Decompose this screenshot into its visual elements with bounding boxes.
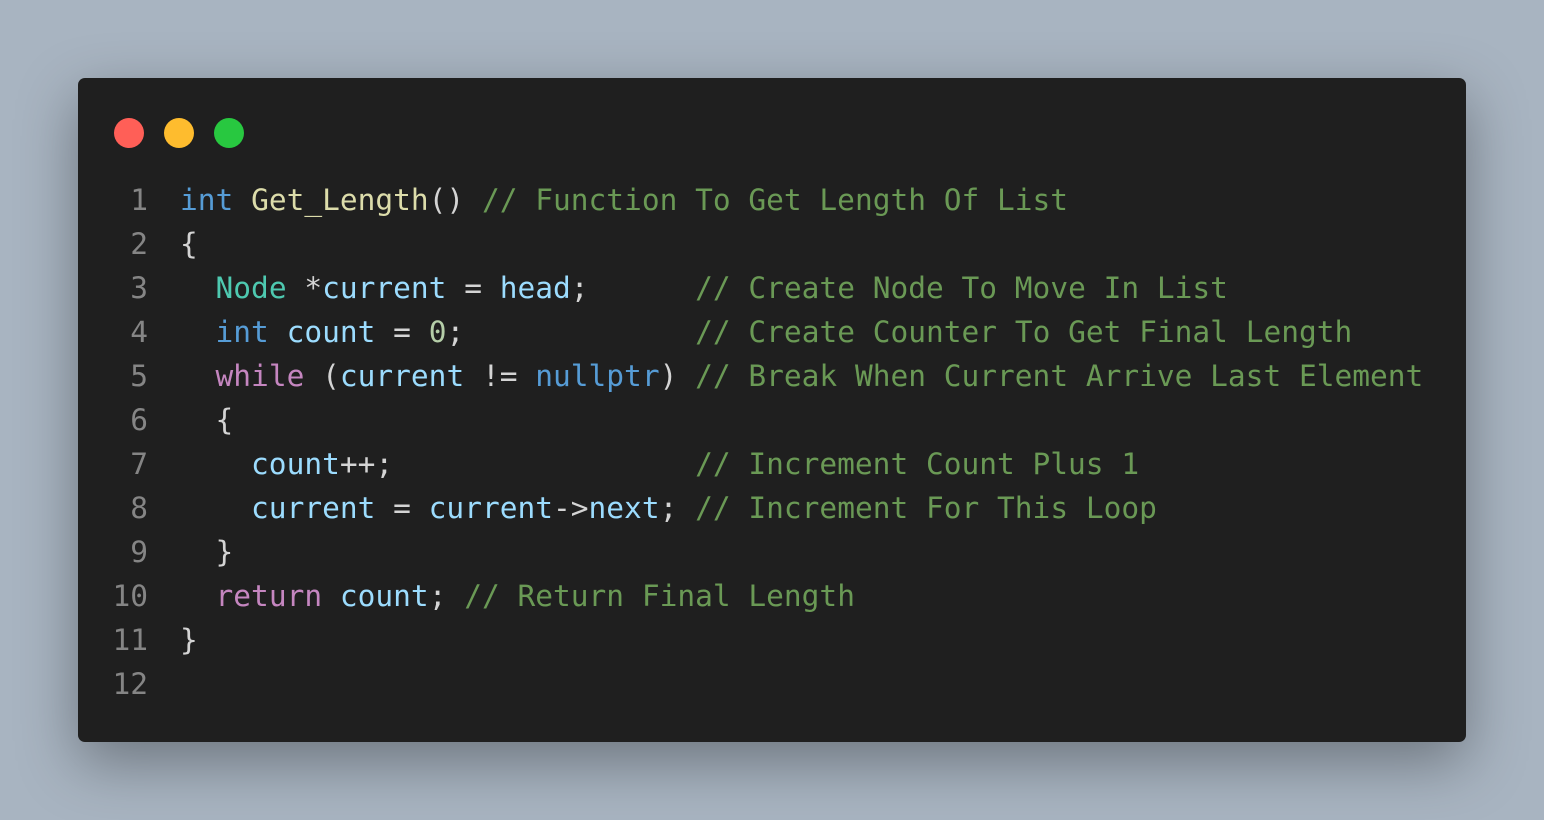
code-token: -> xyxy=(553,491,589,525)
code-token: { xyxy=(180,227,198,261)
close-dot-icon[interactable] xyxy=(114,118,144,148)
code-token: current xyxy=(428,491,553,525)
line-number: 4 xyxy=(130,315,148,349)
code-token: count xyxy=(251,447,340,481)
line-source: } xyxy=(180,618,198,662)
code-token: ; xyxy=(428,579,465,613)
line-source: { xyxy=(180,398,234,442)
code-token: ) xyxy=(659,359,696,393)
code-token: // Increment For This Loop xyxy=(695,491,1157,525)
code-token: current xyxy=(339,359,465,393)
code-token: nullptr xyxy=(535,359,660,393)
code-token: int xyxy=(180,183,234,217)
code-window: 1 int Get_Length() // Function To Get Len… xyxy=(78,78,1466,742)
line-source: { xyxy=(180,222,198,266)
line-number: 10 xyxy=(112,579,148,613)
code-token: { xyxy=(180,403,234,437)
line-number: 11 xyxy=(112,623,148,657)
code-token: return xyxy=(215,579,323,613)
line-source: return count; // Return Final Length xyxy=(180,574,855,618)
code-token: } xyxy=(180,623,198,657)
code-token: count xyxy=(286,315,376,349)
code-token: = xyxy=(375,491,429,525)
code-token: int xyxy=(215,315,269,349)
code-token: current xyxy=(322,271,447,305)
line-source: int Get_Length() // Function To Get Leng… xyxy=(180,178,1068,222)
code-token: next xyxy=(588,491,660,525)
code-token: Get_Length xyxy=(251,183,429,217)
line-source: int count = 0; // Create Counter To Get … xyxy=(180,310,1353,354)
code-token: // Create Counter To Get Final Length xyxy=(695,315,1353,349)
code-token: ; xyxy=(446,315,696,349)
code-token: Node xyxy=(215,271,287,305)
code-token: ++; xyxy=(339,447,696,481)
code-token: * xyxy=(286,271,323,305)
line-number: 8 xyxy=(130,491,148,525)
code-token: () xyxy=(428,183,482,217)
line-source: count++; // Increment Count Plus 1 xyxy=(180,442,1139,486)
line-number: 3 xyxy=(130,271,148,305)
code-token: head xyxy=(499,271,571,305)
line-number: 6 xyxy=(130,403,148,437)
code-token: // Return Final Length xyxy=(464,579,855,613)
code-token: // Create Node To Move In List xyxy=(695,271,1228,305)
code-token: current xyxy=(251,491,376,525)
line-number: 5 xyxy=(130,359,148,393)
code-token: count xyxy=(339,579,429,613)
line-number: 9 xyxy=(130,535,148,569)
line-number: 1 xyxy=(130,183,148,217)
code-token: while xyxy=(215,359,305,393)
code-token: != xyxy=(464,359,536,393)
line-number: 12 xyxy=(112,667,148,701)
line-source: Node *current = head; // Create Node To … xyxy=(180,266,1228,310)
code-token: 0 xyxy=(428,315,447,349)
line-source: while (current != nullptr) // Break When… xyxy=(180,354,1424,398)
code-token: = xyxy=(375,315,429,349)
code-token: // Break When Current Arrive Last Elemen… xyxy=(695,359,1424,393)
code-token: ; xyxy=(659,491,696,525)
maximize-dot-icon[interactable] xyxy=(214,118,244,148)
line-number: 2 xyxy=(130,227,148,261)
line-source: } xyxy=(180,530,234,574)
code-token: ( xyxy=(304,359,340,393)
code-token: ; xyxy=(570,271,696,305)
code-token: } xyxy=(180,535,234,569)
code-token: // Increment Count Plus 1 xyxy=(695,447,1140,481)
minimize-dot-icon[interactable] xyxy=(164,118,194,148)
line-number: 7 xyxy=(130,447,148,481)
code-token: = xyxy=(446,271,500,305)
code-token: // Function To Get Length Of List xyxy=(481,183,1069,217)
line-source: current = current->next; // Increment Fo… xyxy=(180,486,1157,530)
